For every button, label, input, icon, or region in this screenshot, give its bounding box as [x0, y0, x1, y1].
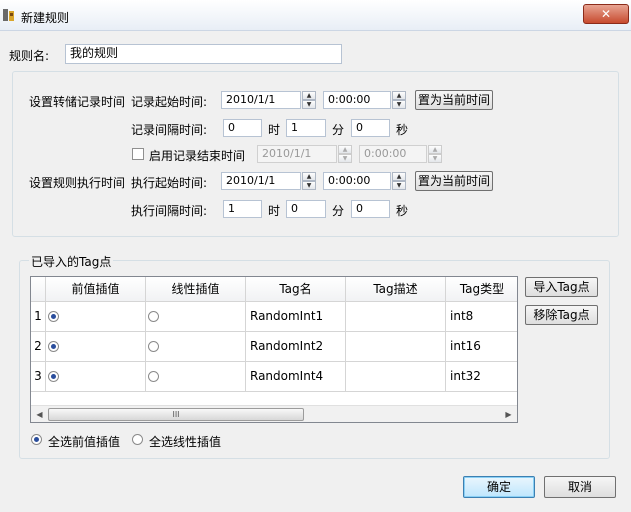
tag-name-cell[interactable]: RandomInt1: [246, 302, 346, 332]
record-start-date[interactable]: 2010/1/1: [221, 91, 301, 109]
spin-down-icon[interactable]: ▼: [302, 100, 316, 109]
enable-end-time-checkbox[interactable]: [132, 148, 144, 160]
linear-interp-cell[interactable]: [146, 302, 246, 332]
seconds-unit: 秒: [396, 123, 409, 137]
record-end-date[interactable]: 2010/1/1: [257, 145, 337, 163]
column-header-linear-interp[interactable]: 线性插值: [146, 277, 246, 302]
linear-interp-cell[interactable]: [146, 332, 246, 362]
record-end-time-spinner[interactable]: ▲ ▼: [428, 145, 442, 163]
ok-button[interactable]: 确定: [463, 476, 535, 498]
minutes-unit: 分: [332, 204, 345, 218]
record-minutes-input[interactable]: 1: [286, 119, 326, 137]
scroll-right-icon[interactable]: ▶: [500, 406, 517, 422]
record-set-now-button[interactable]: 置为当前时间: [415, 90, 493, 110]
select-all-linear-radio[interactable]: [132, 434, 143, 445]
spin-down-icon[interactable]: ▼: [302, 181, 316, 190]
spin-up-icon[interactable]: ▲: [428, 145, 442, 154]
prev-interp-cell[interactable]: [46, 362, 146, 392]
column-header-prev-interp[interactable]: 前值插值: [46, 277, 146, 302]
execution-interval-label: 执行间隔时间:: [131, 204, 208, 218]
tag-desc-cell[interactable]: [346, 302, 446, 332]
spin-down-icon[interactable]: ▼: [392, 181, 406, 190]
tags-group-label: 已导入的Tag点: [29, 253, 114, 270]
import-tags-button[interactable]: 导入Tag点: [525, 277, 598, 297]
record-start-time[interactable]: 0:00:00: [323, 91, 391, 109]
spin-up-icon[interactable]: ▲: [302, 172, 316, 181]
prev-interp-radio[interactable]: [48, 341, 59, 352]
select-all-prev-radio[interactable]: [31, 434, 42, 445]
linear-interp-cell[interactable]: [146, 362, 246, 392]
linear-interp-radio[interactable]: [148, 371, 159, 382]
execution-hours-input[interactable]: 1: [223, 200, 262, 218]
tag-type-cell[interactable]: int16: [446, 332, 517, 362]
enable-end-time-label: 启用记录结束时间: [149, 149, 246, 163]
window-title: 新建规则: [21, 11, 70, 25]
spin-up-icon[interactable]: ▲: [392, 172, 406, 181]
select-all-prev-label: 全选前值插值: [48, 435, 121, 449]
prev-interp-radio[interactable]: [48, 311, 59, 322]
spin-down-icon[interactable]: ▼: [338, 154, 352, 163]
row-header[interactable]: 1: [31, 302, 46, 332]
scroll-left-icon[interactable]: ◀: [31, 406, 48, 422]
seconds-unit: 秒: [396, 204, 409, 218]
execution-section-label: 设置规则执行时间: [29, 176, 126, 190]
storage-section-label: 设置转储记录时间: [29, 95, 126, 109]
title-divider: [0, 30, 631, 31]
tag-desc-cell[interactable]: [346, 362, 446, 392]
horizontal-scrollbar[interactable]: ◀ III ▶: [31, 405, 517, 422]
tag-type-cell[interactable]: int32: [446, 362, 517, 392]
app-icon: [3, 9, 14, 21]
rule-name-label: 规则名:: [9, 49, 50, 63]
spin-up-icon[interactable]: ▲: [302, 91, 316, 100]
record-start-label: 记录起始时间:: [131, 95, 208, 109]
execution-start-time[interactable]: 0:00:00: [323, 172, 391, 190]
cancel-button[interactable]: 取消: [544, 476, 616, 498]
execution-minutes-input[interactable]: 0: [286, 200, 326, 218]
execution-start-date-spinner[interactable]: ▲ ▼: [302, 172, 316, 190]
linear-interp-radio[interactable]: [148, 341, 159, 352]
prev-interp-cell[interactable]: [46, 332, 146, 362]
spin-down-icon[interactable]: ▼: [428, 154, 442, 163]
hours-unit: 时: [268, 123, 281, 137]
execution-start-time-spinner[interactable]: ▲ ▼: [392, 172, 406, 190]
spin-up-icon[interactable]: ▲: [392, 91, 406, 100]
hours-unit: 时: [268, 204, 281, 218]
tag-desc-cell[interactable]: [346, 332, 446, 362]
new-rule-dialog: 新建规则 ✕ 规则名: 我的规则 设置转储记录时间 记录起始时间: 2010/1…: [0, 0, 631, 512]
column-header-tag-desc[interactable]: Tag描述: [346, 277, 446, 302]
execution-seconds-input[interactable]: 0: [351, 200, 390, 218]
column-header-tag-name[interactable]: Tag名: [246, 277, 346, 302]
record-end-date-spinner[interactable]: ▲ ▼: [338, 145, 352, 163]
tag-type-cell[interactable]: int8: [446, 302, 517, 332]
spin-up-icon[interactable]: ▲: [338, 145, 352, 154]
execution-start-date[interactable]: 2010/1/1: [221, 172, 301, 190]
execution-set-now-button[interactable]: 置为当前时间: [415, 171, 493, 191]
spin-down-icon[interactable]: ▼: [392, 100, 406, 109]
select-all-linear-label: 全选线性插值: [149, 435, 222, 449]
row-header[interactable]: 3: [31, 362, 46, 392]
grid-corner: [31, 277, 46, 302]
linear-interp-radio[interactable]: [148, 311, 159, 322]
close-icon: ✕: [600, 7, 612, 21]
record-end-time[interactable]: 0:00:00: [359, 145, 427, 163]
scroll-thumb[interactable]: III: [48, 408, 304, 421]
record-interval-label: 记录间隔时间:: [131, 123, 208, 137]
prev-interp-cell[interactable]: [46, 302, 146, 332]
title-bar[interactable]: 新建规则 ✕: [0, 0, 631, 30]
column-header-tag-type[interactable]: Tag类型: [446, 277, 517, 302]
tag-name-cell[interactable]: RandomInt2: [246, 332, 346, 362]
record-start-time-spinner[interactable]: ▲ ▼: [392, 91, 406, 109]
prev-interp-radio[interactable]: [48, 371, 59, 382]
row-header[interactable]: 2: [31, 332, 46, 362]
record-seconds-input[interactable]: 0: [351, 119, 390, 137]
close-button[interactable]: ✕: [583, 4, 629, 24]
record-hours-input[interactable]: 0: [223, 119, 262, 137]
tag-name-cell[interactable]: RandomInt4: [246, 362, 346, 392]
remove-tags-button[interactable]: 移除Tag点: [525, 305, 598, 325]
tags-grid[interactable]: 前值插值 线性插值 Tag名 Tag描述 Tag类型 1 RandomInt1 …: [30, 276, 518, 423]
record-start-date-spinner[interactable]: ▲ ▼: [302, 91, 316, 109]
minutes-unit: 分: [332, 123, 345, 137]
rule-name-input[interactable]: 我的规则: [65, 44, 342, 64]
execution-start-label: 执行起始时间:: [131, 176, 208, 190]
